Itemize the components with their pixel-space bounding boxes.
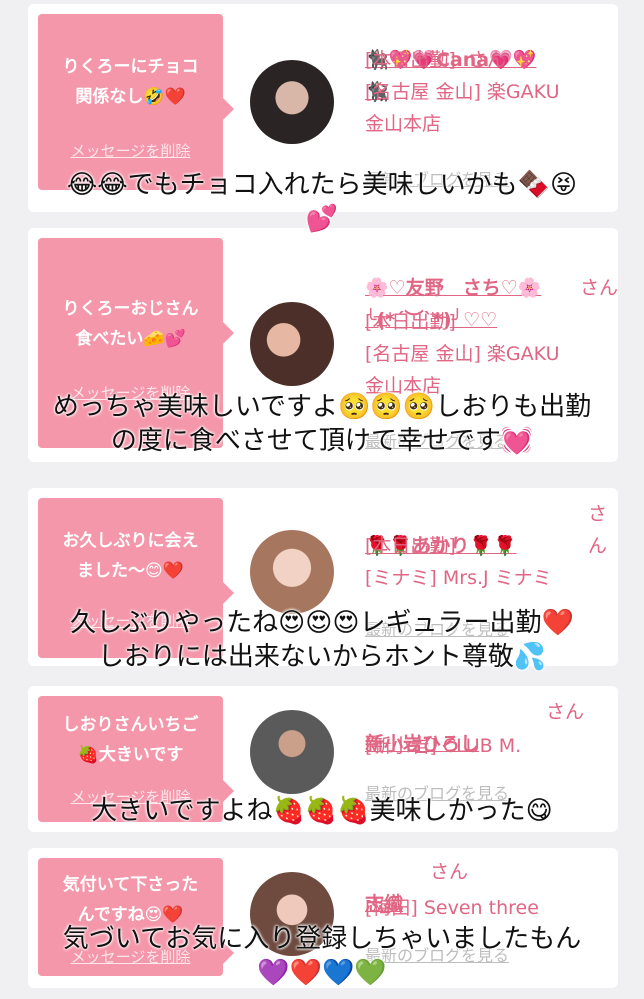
shop-info: [梅田] Seven three	[365, 897, 539, 919]
honorific-san: さん	[580, 277, 619, 299]
shop-info: [本日出勤] [名古屋 金山] 楽GAKU 金山本店	[365, 311, 560, 397]
avatar[interactable]	[250, 302, 334, 386]
honorific-san: さん	[430, 861, 469, 883]
avatar[interactable]	[250, 530, 334, 614]
avatar[interactable]	[250, 60, 334, 144]
shop-info: [本日出勤] [ミナミ] Mrs.J ミナミ	[365, 535, 552, 589]
overlay-caption: 😂😂でもチョコ入れたら美味しいかも🍫😝 💕	[66, 170, 578, 234]
message-bubble: りくろーにチョコ 関係なし🤣❤️ メッセージを削除	[38, 14, 234, 190]
overlay-caption: 久しぶりやったね😍😍😍レギュラー出勤❤️ しおりには出来ないからホント尊敬💦	[70, 608, 574, 672]
overlay-caption: 大きいですよね🍓🍓🍓美味しかった😋	[91, 796, 553, 826]
message-text: りくろーにチョコ 関係なし🤣❤️	[62, 57, 199, 107]
message-text: 気付いて下さった んですね😍❤️	[62, 875, 199, 925]
message-text: りくろーおじさん 食べたい🧀💕	[62, 299, 199, 349]
shop-info: [本日出勤] [名古屋 金山] 楽GAKU 金山本店	[365, 49, 560, 135]
message-text: お久しぶりに会え ました〜😊❤️	[62, 531, 199, 581]
delete-message-link[interactable]: メッセージを削除	[38, 140, 223, 161]
avatar[interactable]	[250, 710, 334, 794]
honorific-san: さん	[546, 701, 585, 723]
overlay-caption: めっちゃ美味しいですよ🥺🥺🥺しおりも出勤 の度に食べさせて頂けて幸せです💓	[52, 392, 592, 456]
message-text: しおりさんいちご 🍓大きいです	[62, 715, 199, 765]
overlay-caption: 気づいてお気に入り登録しちゃいましたもん 💜❤️💙💚	[62, 924, 582, 988]
shop-info: [新小岩] CLUB M.	[365, 735, 522, 757]
